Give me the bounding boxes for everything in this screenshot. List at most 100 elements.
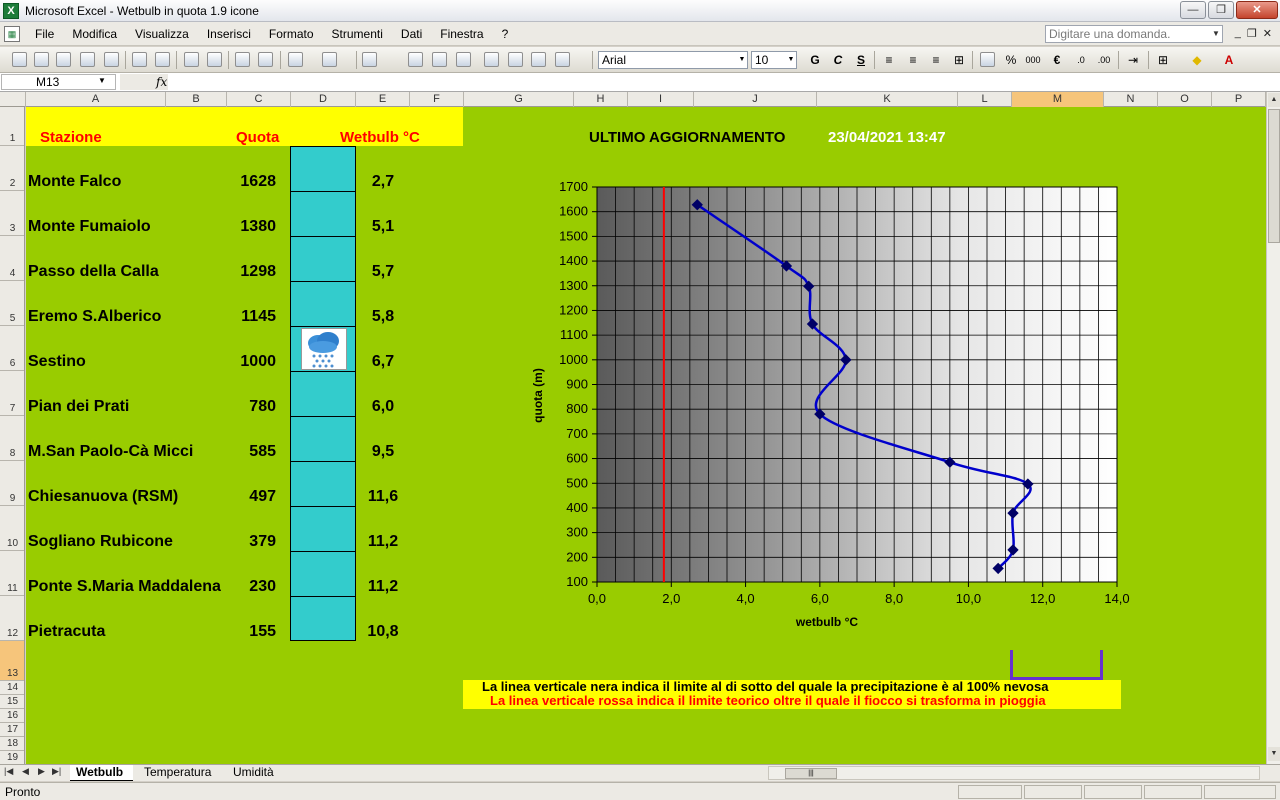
print-preview-icon[interactable]	[155, 52, 170, 67]
audit-icon[interactable]	[408, 52, 423, 67]
row-header[interactable]: 1	[0, 107, 24, 146]
menu-file[interactable]: File	[26, 27, 63, 41]
research-icon[interactable]	[207, 52, 222, 67]
row-header[interactable]: 12	[0, 596, 24, 641]
doc-minimize-button[interactable]: _	[1235, 27, 1241, 40]
tab-wetbulb[interactable]: Wetbulb	[70, 765, 134, 781]
row-header[interactable]: 18	[0, 737, 24, 751]
wetbulb-chart[interactable]: 1700 1600 1500 1400 1300 1200 1100 1000 900 800 70…	[526, 172, 1146, 642]
menu-strumenti[interactable]: Strumenti	[323, 27, 392, 41]
open-folder-icon[interactable]	[34, 52, 49, 67]
menu-visualizza[interactable]: Visualizza	[126, 27, 198, 41]
sort-icon[interactable]	[362, 52, 377, 67]
column-header-o[interactable]: O	[1158, 92, 1212, 107]
last-sheet-icon[interactable]: ▶|	[52, 766, 61, 777]
row-header[interactable]: 2	[0, 146, 24, 191]
new-file-icon[interactable]	[12, 52, 27, 67]
formula-input[interactable]	[170, 74, 1278, 90]
cut-icon[interactable]	[235, 52, 250, 67]
row-header[interactable]: 5	[0, 281, 24, 326]
align-center-icon[interactable]: ≡	[904, 51, 922, 69]
increase-decimal-icon[interactable]: .0	[1072, 51, 1090, 69]
decrease-decimal-icon[interactable]: .00	[1095, 51, 1113, 69]
menu-help[interactable]: ?	[493, 27, 518, 41]
minimize-button[interactable]: —	[1180, 1, 1206, 19]
column-header-e[interactable]: E	[356, 92, 410, 107]
column-header-c[interactable]: C	[227, 92, 291, 107]
align-right-icon[interactable]: ≡	[927, 51, 945, 69]
row-header[interactable]: 10	[0, 506, 24, 551]
trace-precedents-icon[interactable]	[432, 52, 447, 67]
remove-arrows-icon[interactable]	[508, 52, 523, 67]
chevron-down-icon[interactable]: ▼	[1210, 26, 1222, 42]
error-check-icon[interactable]	[484, 52, 499, 67]
row-header[interactable]: 7	[0, 371, 24, 416]
column-header-a[interactable]: A	[26, 92, 166, 107]
menu-finestra[interactable]: Finestra	[431, 27, 492, 41]
workbook-icon[interactable]: ▦	[4, 25, 20, 42]
print-area-icon[interactable]	[104, 52, 119, 67]
font-size-select[interactable]: 10 ▼	[751, 51, 797, 69]
copy-icon[interactable]	[258, 52, 273, 67]
percent-button[interactable]: %	[1002, 51, 1020, 69]
row-header[interactable]: 6	[0, 326, 24, 371]
thousands-button[interactable]: 000	[1024, 51, 1042, 69]
underline-button[interactable]: S	[852, 51, 870, 69]
doc-close-button[interactable]: ✕	[1263, 27, 1272, 40]
horizontal-scrollbar[interactable]: |||	[768, 766, 1260, 780]
tab-temperatura[interactable]: Temperatura	[138, 765, 221, 781]
column-header-h[interactable]: H	[574, 92, 628, 107]
vertical-scrollbar[interactable]: ▲ ▼	[1266, 92, 1280, 764]
permission-icon[interactable]	[80, 52, 95, 67]
chevron-down-icon[interactable]: ▼	[786, 52, 796, 68]
borders-icon[interactable]: ⊞	[1154, 51, 1172, 69]
restore-button[interactable]: ❐	[1208, 1, 1234, 19]
row-header[interactable]: 11	[0, 551, 24, 596]
row-header[interactable]: 9	[0, 461, 24, 506]
scroll-down-icon[interactable]: ▼	[1268, 747, 1280, 761]
row-header[interactable]: 3	[0, 191, 24, 236]
column-header-k[interactable]: K	[817, 92, 958, 107]
fill-color-icon[interactable]: ◆	[1188, 51, 1206, 69]
row-header[interactable]: 13	[0, 641, 24, 681]
worksheet[interactable]: Stazione Quota Wetbulb °C Monte Falco 16…	[26, 107, 1266, 764]
info-icon[interactable]	[555, 52, 570, 67]
doc-restore-button[interactable]: ❐	[1247, 27, 1257, 40]
menu-modifica[interactable]: Modifica	[63, 27, 126, 41]
italic-button[interactable]: C	[829, 51, 847, 69]
chevron-down-icon[interactable]: ▼	[98, 76, 106, 85]
scroll-up-icon[interactable]: ▲	[1268, 93, 1280, 107]
spelling-icon[interactable]	[184, 52, 199, 67]
scroll-thumb[interactable]: |||	[785, 768, 837, 779]
column-header-i[interactable]: I	[628, 92, 694, 107]
column-header-p[interactable]: P	[1212, 92, 1266, 107]
row-header[interactable]: 8	[0, 416, 24, 461]
row-header[interactable]: 17	[0, 723, 24, 737]
indent-icon[interactable]: ⇥	[1124, 51, 1142, 69]
menu-dati[interactable]: Dati	[392, 27, 431, 41]
row-header[interactable]: 16	[0, 709, 24, 723]
font-name-select[interactable]: Arial ▼	[598, 51, 748, 69]
align-left-icon[interactable]: ≡	[880, 51, 898, 69]
save-icon[interactable]	[56, 52, 71, 67]
redo-icon[interactable]	[322, 52, 337, 67]
prev-sheet-icon[interactable]: ◀	[22, 766, 29, 777]
row-header[interactable]: 19	[0, 751, 24, 764]
menu-formato[interactable]: Formato	[260, 27, 323, 41]
column-header-j[interactable]: J	[694, 92, 817, 107]
column-header-g[interactable]: G	[464, 92, 574, 107]
merge-center-icon[interactable]: ⊞	[950, 51, 968, 69]
print-icon[interactable]	[132, 52, 147, 67]
help-search-input[interactable]: Digitare una domanda. ▼	[1045, 25, 1223, 43]
select-all-corner[interactable]	[0, 92, 26, 107]
row-header[interactable]: 15	[0, 695, 24, 709]
function-icon[interactable]: fx	[156, 75, 167, 89]
close-button[interactable]: ✕	[1236, 1, 1278, 19]
currency-icon[interactable]	[980, 52, 995, 67]
column-header-f[interactable]: F	[410, 92, 464, 107]
watch-window-icon[interactable]	[531, 52, 546, 67]
column-header-b[interactable]: B	[166, 92, 227, 107]
font-color-icon[interactable]: A	[1220, 51, 1238, 69]
chevron-down-icon[interactable]: ▼	[737, 52, 747, 68]
row-header[interactable]: 4	[0, 236, 24, 281]
